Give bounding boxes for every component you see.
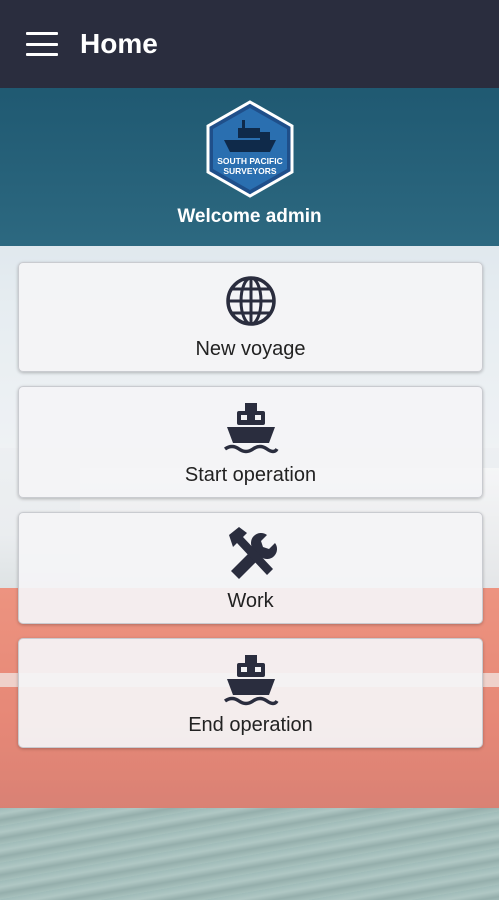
start-operation-button[interactable]: Start operation: [18, 386, 483, 498]
hamburger-menu-icon[interactable]: [26, 32, 58, 56]
logo-line1: SOUTH PACIFIC: [217, 156, 282, 166]
app-bar: Home: [0, 0, 499, 88]
ship-icon: [223, 403, 278, 454]
work-button[interactable]: Work: [18, 512, 483, 624]
action-list: New voyage Start operation Work End oper…: [18, 262, 483, 762]
new-voyage-label: New voyage: [195, 338, 306, 360]
logo-line2: SURVEYORS: [223, 166, 277, 176]
new-voyage-button[interactable]: New voyage: [18, 262, 483, 372]
end-operation-label: End operation: [188, 714, 313, 736]
work-label: Work: [227, 590, 274, 612]
tools-icon: [228, 527, 277, 579]
globe-icon: [225, 276, 276, 326]
welcome-header: SOUTH PACIFIC SURVEYORS Welcome admin: [0, 88, 499, 246]
start-operation-label: Start operation: [184, 464, 317, 486]
page-title: Home: [80, 28, 158, 59]
ship-icon: [223, 655, 278, 706]
ship-badge-logo: SOUTH PACIFIC SURVEYORS: [206, 100, 294, 198]
welcome-text: Welcome admin: [177, 206, 322, 227]
end-operation-button[interactable]: End operation: [18, 638, 483, 748]
